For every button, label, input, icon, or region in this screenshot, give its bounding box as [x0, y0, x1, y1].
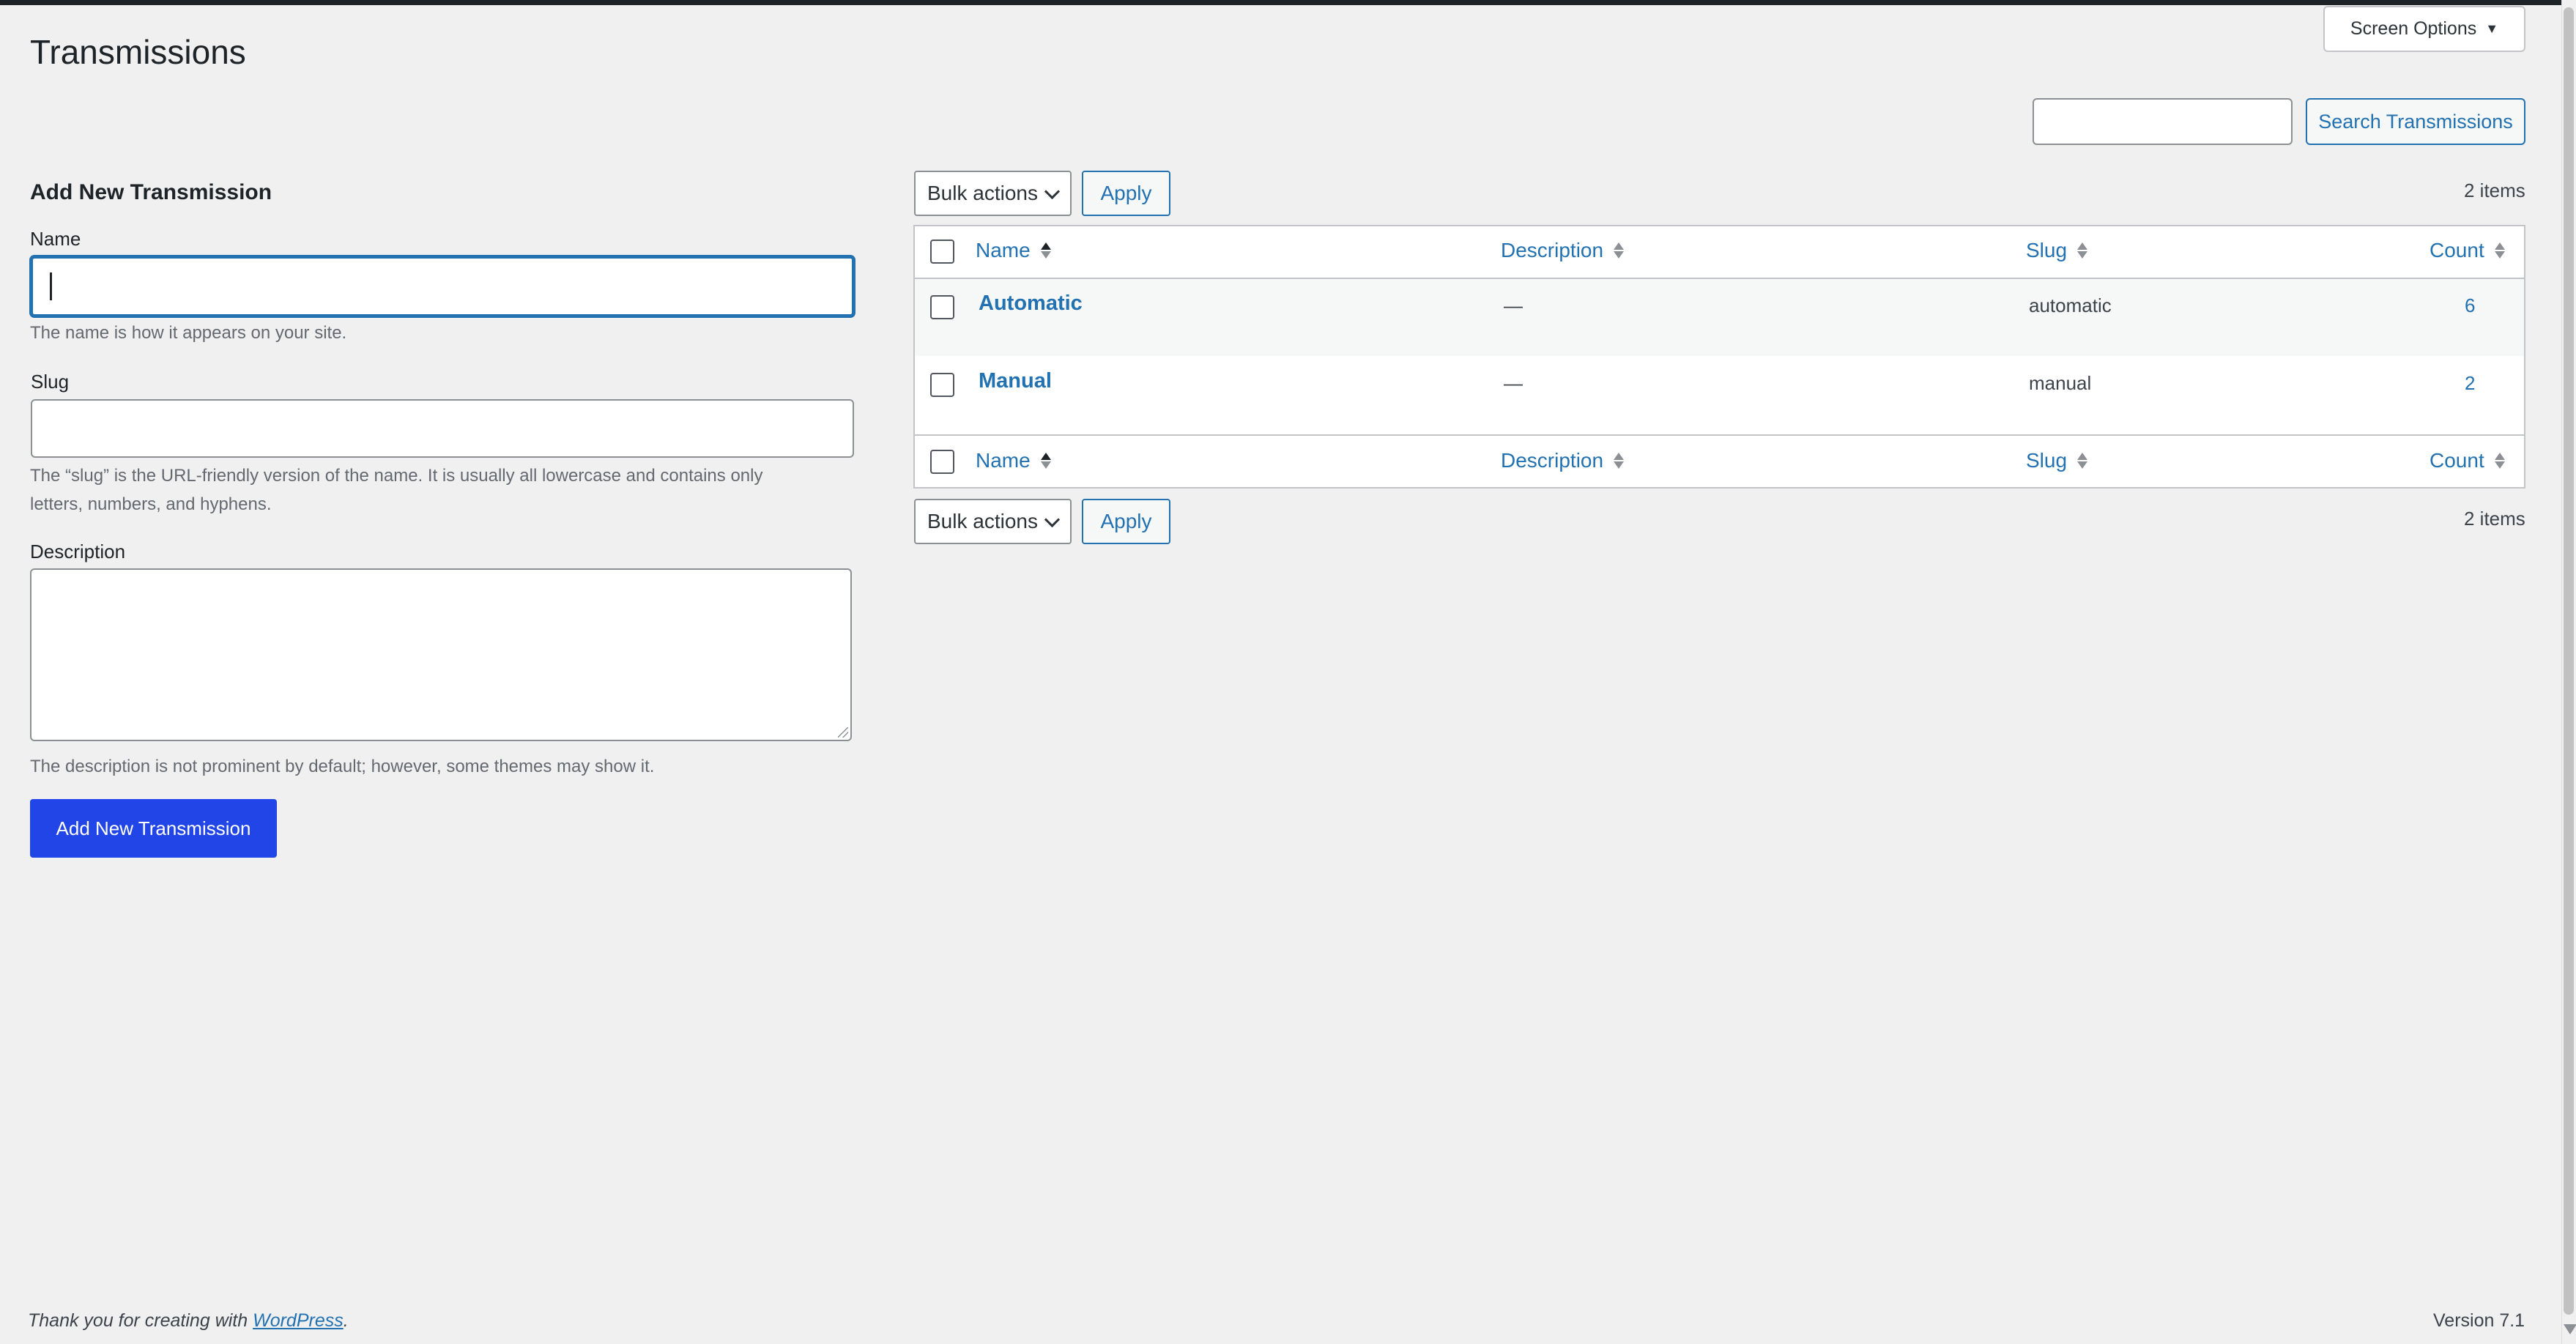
header-divider — [915, 278, 2524, 279]
add-new-transmission-button[interactable]: Add New Transmission — [30, 799, 277, 858]
description-help: The description is not prominent by defa… — [30, 757, 655, 776]
search-button[interactable]: Search Transmissions — [2306, 98, 2525, 145]
column-footer-description[interactable]: Description — [1501, 449, 1625, 472]
page-title: Transmissions — [30, 33, 246, 71]
footer-thanks-suffix: . — [343, 1310, 349, 1331]
sort-icon — [2077, 453, 2088, 469]
search-input[interactable] — [2033, 98, 2293, 145]
slug-help-line1: The “slug” is the URL-friendly version o… — [30, 466, 763, 486]
term-count-link[interactable]: 6 — [2465, 294, 2475, 317]
select-all-checkbox-bottom[interactable] — [930, 450, 954, 474]
column-header-description[interactable]: Description — [1501, 239, 1625, 262]
row-checkbox[interactable] — [930, 373, 954, 397]
items-count-bottom: 2 items — [2464, 508, 2525, 530]
column-label: Description — [1501, 449, 1604, 472]
description-field[interactable] — [30, 568, 852, 741]
term-slug: manual — [2029, 372, 2092, 394]
sort-icon — [2494, 453, 2505, 469]
column-footer-count[interactable]: Count — [2430, 449, 2505, 472]
term-description: — — [1504, 372, 1523, 394]
bulk-actions-label: Bulk actions — [927, 510, 1038, 532]
scroll-down-arrow-icon[interactable] — [2564, 1324, 2576, 1334]
description-label: Description — [30, 541, 126, 563]
column-header-slug[interactable]: Slug — [2026, 239, 2088, 262]
wordpress-link[interactable]: WordPress — [253, 1310, 344, 1331]
slug-field[interactable] — [31, 399, 854, 458]
items-count-top: 2 items — [2464, 179, 2525, 201]
chevron-down-icon — [1044, 511, 1061, 527]
column-label: Slug — [2026, 449, 2068, 472]
slug-help-line2: letters, numbers, and hyphens. — [30, 494, 272, 514]
terms-table — [913, 225, 2525, 489]
triangle-down-icon: ▼ — [2485, 21, 2499, 36]
chevron-down-icon — [1044, 183, 1061, 199]
sort-icon — [1040, 242, 1051, 259]
footer-thanks-prefix: Thank you for creating with — [28, 1310, 253, 1331]
footer-divider — [915, 434, 2524, 436]
column-label: Name — [976, 239, 1031, 261]
screen-options-label: Screen Options — [2350, 18, 2477, 39]
bulk-actions-select-top[interactable]: Bulk actions — [914, 171, 1072, 216]
term-slug: automatic — [2029, 294, 2112, 316]
bulk-actions-label: Bulk actions — [927, 182, 1038, 204]
column-header-name[interactable]: Name — [976, 239, 1051, 262]
footer-thanks: Thank you for creating with WordPress. — [28, 1310, 349, 1332]
apply-button-bottom[interactable]: Apply — [1082, 499, 1170, 544]
term-name-link[interactable]: Manual — [979, 369, 1052, 393]
sort-icon — [2077, 242, 2088, 259]
term-count-link[interactable]: 2 — [2465, 372, 2475, 395]
term-description: — — [1504, 294, 1523, 316]
name-help: The name is how it appears on your site. — [30, 323, 347, 343]
apply-button-top[interactable]: Apply — [1082, 171, 1170, 216]
column-label: Count — [2430, 239, 2484, 261]
sort-icon — [1614, 453, 1625, 469]
bulk-actions-select-bottom[interactable]: Bulk actions — [914, 499, 1072, 544]
column-footer-name[interactable]: Name — [976, 449, 1051, 472]
screen-options-button[interactable]: Screen Options ▼ — [2323, 6, 2525, 52]
sort-icon — [1040, 453, 1051, 469]
slug-label: Slug — [31, 371, 70, 393]
sort-icon — [1614, 242, 1625, 259]
column-label: Name — [976, 449, 1031, 472]
admin-bar — [0, 0, 2561, 5]
column-label: Count — [2430, 449, 2484, 472]
sort-icon — [2494, 242, 2505, 259]
name-field[interactable] — [30, 256, 855, 317]
scrollbar-thumb[interactable] — [2564, 7, 2574, 1315]
table-row-alt-bg — [915, 279, 2524, 356]
text-caret — [50, 272, 52, 300]
row-checkbox[interactable] — [930, 295, 954, 319]
column-header-count[interactable]: Count — [2430, 239, 2505, 262]
term-name-link[interactable]: Automatic — [979, 292, 1083, 316]
name-label: Name — [30, 228, 81, 250]
column-footer-slug[interactable]: Slug — [2026, 449, 2088, 472]
resize-grip-icon[interactable] — [838, 727, 848, 738]
form-heading: Add New Transmission — [30, 180, 272, 204]
select-all-checkbox[interactable] — [930, 240, 954, 264]
column-label: Slug — [2026, 239, 2068, 261]
column-label: Description — [1501, 239, 1604, 261]
footer-version: Version 7.1 — [2433, 1310, 2525, 1331]
